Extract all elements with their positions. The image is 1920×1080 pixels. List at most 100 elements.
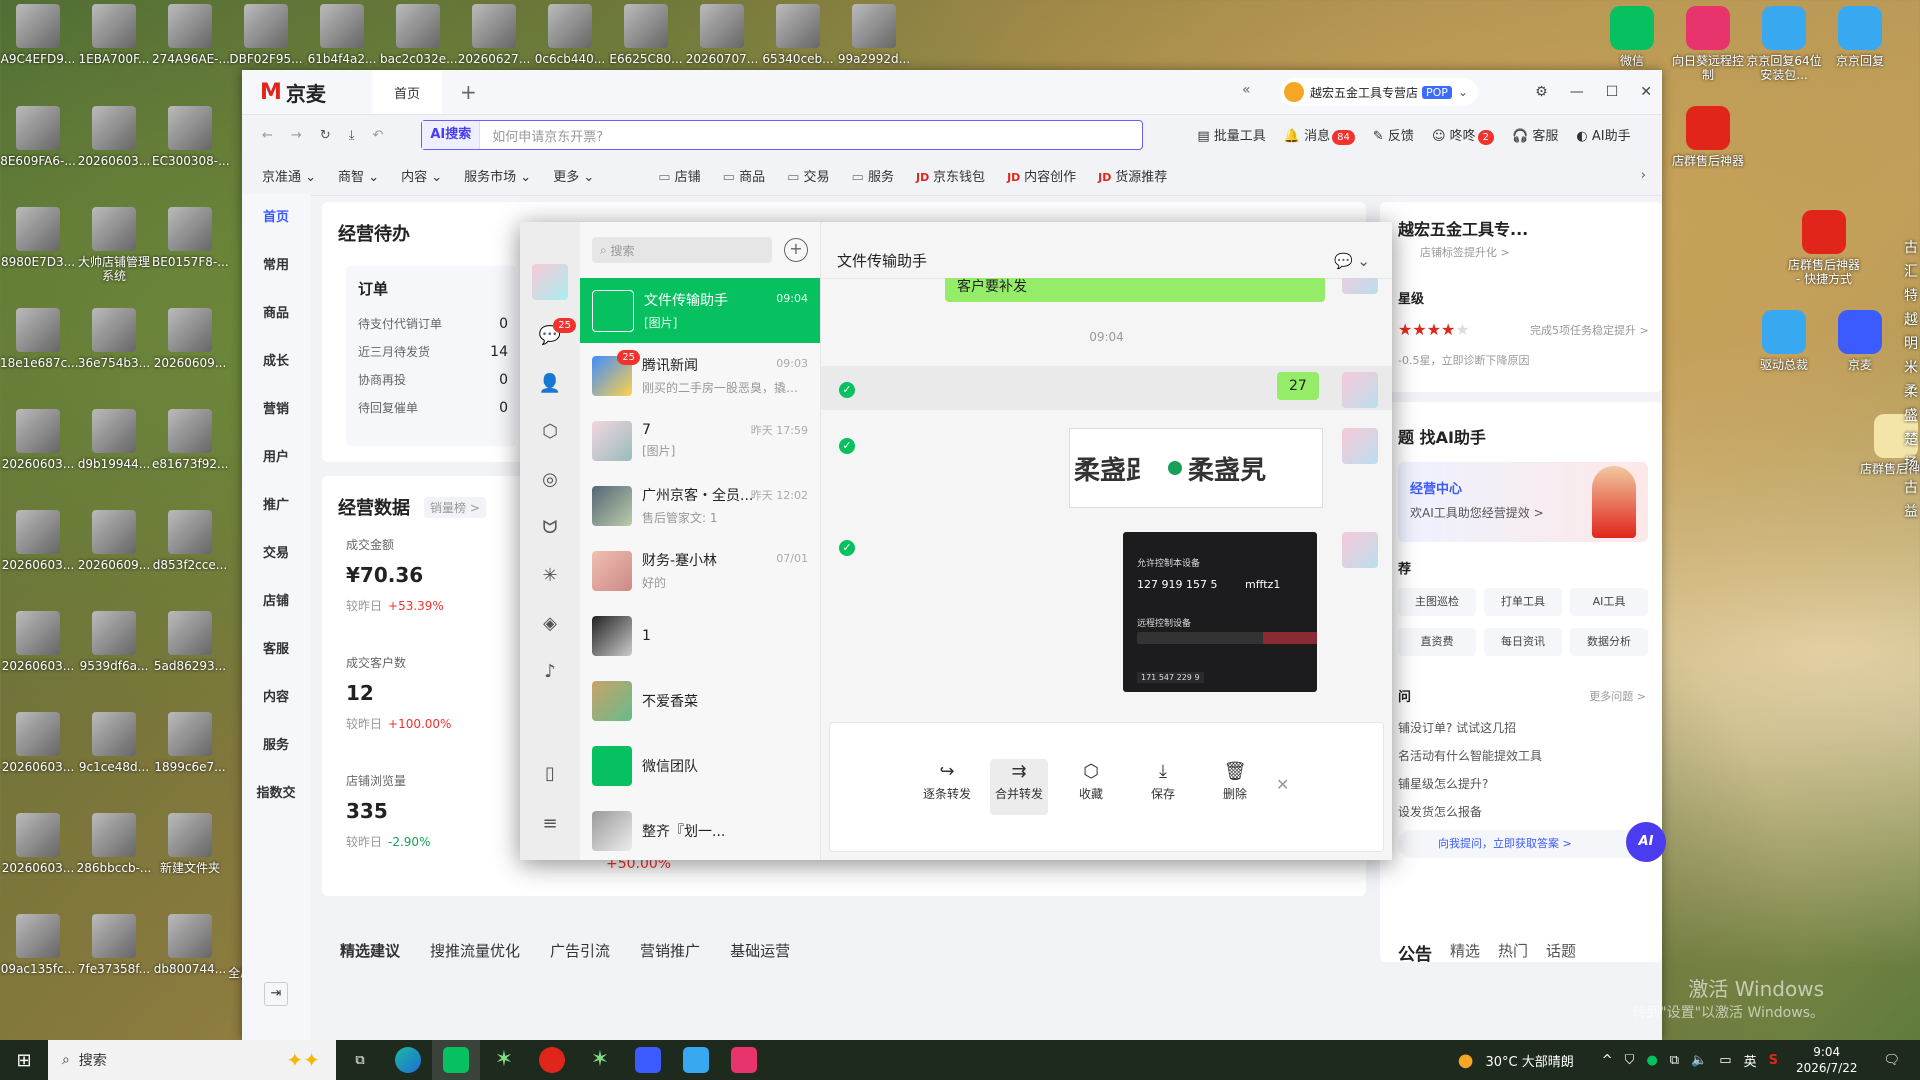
conversation-item[interactable]: 文件传输助手 [图片] 09:04 <box>580 278 820 343</box>
desktop-icon[interactable]: 20260603... <box>76 106 152 168</box>
desktop-icon[interactable]: 20260603... <box>0 409 76 471</box>
conversation-item[interactable]: 广州京客・全员... 售后管家文: 1 昨天 12:02 <box>580 473 820 538</box>
tool-grid-item[interactable]: 数据分析 <box>1570 628 1648 656</box>
menu-item[interactable]: 商智 ⌄ <box>338 166 379 185</box>
desktop-icon[interactable]: 店群售后神器 - 快捷方式 <box>1786 210 1862 286</box>
desktop-icon[interactable]: d853f2cce... <box>152 510 228 572</box>
sidebar-item[interactable]: 商品 <box>242 290 310 338</box>
menu-shortcut[interactable]: ▭ 商品 <box>723 166 765 185</box>
desktop-icon[interactable]: 20260603... <box>0 611 76 673</box>
store-tag-link[interactable]: 店铺标签提升化 > <box>1420 244 1510 260</box>
toolbar-tool[interactable]: 🔔 消息 84 <box>1284 125 1355 145</box>
desktop-icon[interactable]: 20260603... <box>0 712 76 774</box>
notice-tab[interactable]: 公告 <box>1398 940 1432 965</box>
desktop-icon[interactable]: 20260609... <box>152 308 228 370</box>
weather-text[interactable]: 30°C 大部晴朗 <box>1486 1051 1574 1070</box>
menu-icon[interactable]: ≡ <box>538 812 562 836</box>
conversation-item[interactable]: 7 [图片] 昨天 17:59 <box>580 408 820 473</box>
menu-shortcut[interactable]: ▭ 店铺 <box>658 166 700 185</box>
conversation-item[interactable]: 25 腾讯新闻 刚买的二手房一股恶臭，撬开... 09:03 <box>580 343 820 408</box>
message-prev[interactable]: 客户要补发 <box>945 278 1325 302</box>
toolbar-tool[interactable]: ✎ 反馈 <box>1373 125 1414 145</box>
sidebar-item[interactable]: 用户 <box>242 434 310 482</box>
desktop-icon[interactable]: 5ad86293... <box>152 611 228 673</box>
sidebar-collapse-icon[interactable]: ⇥ <box>264 982 288 1006</box>
desktop-icon[interactable]: 36e754b3... <box>76 308 152 370</box>
desktop-icon[interactable]: 9c1ce48d... <box>76 712 152 774</box>
notice-tab[interactable]: 热门 <box>1498 940 1528 965</box>
sales-rank-link[interactable]: 销量榜 > <box>424 496 486 518</box>
order-row[interactable]: 待回复催单 0 <box>358 394 508 422</box>
image-message-1[interactable]: 柔盏⻊ 柔盏旯 <box>1069 428 1323 508</box>
taskbar-wechat-icon[interactable] <box>432 1040 480 1080</box>
desktop-icon[interactable]: 京麦 <box>1822 310 1898 372</box>
desktop-icon[interactable]: 微信 <box>1594 6 1670 68</box>
taskbar-sunlogin-icon[interactable] <box>720 1040 768 1080</box>
taskbar-shop-manager-icon[interactable]: ✶ <box>480 1040 528 1080</box>
tray-expand-icon[interactable]: ^ <box>1602 1053 1613 1068</box>
desktop-icon[interactable]: 8980E7D3... <box>0 207 76 269</box>
display-icon[interactable]: ▭ <box>1719 1053 1731 1068</box>
desktop-icon[interactable]: A9C4EFD9... <box>0 4 76 66</box>
desktop-icon[interactable]: 65340ceb... <box>760 4 836 66</box>
desktop-icon[interactable]: 286bbccb-... <box>76 813 152 875</box>
conversation-item[interactable]: 不爱香菜 <box>580 668 820 733</box>
clock[interactable]: 9:04 2026/7/22 <box>1796 1044 1858 1076</box>
faq-more-link[interactable]: 更多问题 > <box>1589 688 1646 704</box>
toolbar-tool[interactable]: ◐ AI助手 <box>1576 125 1630 145</box>
windows-start-icon[interactable]: ⊞ <box>0 1050 48 1071</box>
taskbar-shop-manager2-icon[interactable]: ✶ <box>576 1040 624 1080</box>
merge-forward-button[interactable]: ⇉ 合并转发 <box>990 759 1048 815</box>
sidebar-item[interactable]: 成长 <box>242 338 310 386</box>
close-selection-icon[interactable]: ✕ <box>1276 775 1289 794</box>
maximize-icon[interactable]: ☐ <box>1606 84 1619 100</box>
undo-icon[interactable]: ↶ <box>372 128 383 143</box>
chat-icon[interactable]: 💬 25 <box>538 318 576 348</box>
menu-item[interactable]: 京准通 ⌄ <box>262 166 316 185</box>
message-checkbox[interactable]: ✓ <box>839 540 855 556</box>
tray-wechat-icon[interactable]: ● <box>1646 1053 1657 1068</box>
order-row[interactable]: 近三月待发货 14 <box>358 338 508 366</box>
menu-shortcut[interactable]: JD 货源推荐 <box>1098 166 1167 185</box>
ai-float-button[interactable]: AI <box>1626 822 1666 862</box>
channels-icon[interactable]: ᗢ <box>538 516 562 540</box>
toolbar-tool[interactable]: ☺ 咚咚 2 <box>1432 125 1495 145</box>
faq-item[interactable]: 名活动有什么智能提效工具 <box>1398 742 1542 770</box>
collapse-left-icon[interactable]: « <box>1242 82 1251 98</box>
menu-shortcut[interactable]: ▭ 交易 <box>787 166 829 185</box>
phone-icon[interactable]: ▯ <box>538 762 562 786</box>
desktop-icon[interactable]: BE0157F8-... <box>152 207 229 269</box>
sidebar-item[interactable]: 店铺 <box>242 578 310 626</box>
tool-grid-item[interactable]: AI工具 <box>1570 588 1648 616</box>
forward-icon[interactable]: → <box>291 128 302 143</box>
ai-banner[interactable]: 经营中心 欢AI工具助您经营提效 > <box>1398 462 1648 542</box>
menu-item[interactable]: 服务市场 ⌄ <box>464 166 531 185</box>
tray-sogou-icon[interactable]: S <box>1769 1053 1778 1068</box>
sidebar-item[interactable]: 推广 <box>242 482 310 530</box>
desktop-icon[interactable]: 20260707... <box>684 4 760 66</box>
message-checkbox[interactable]: ✓ <box>839 438 855 454</box>
desktop-icon[interactable]: 新建文件夹 <box>152 813 228 875</box>
level-task-link[interactable]: 完成5项任务稳定提升 > <box>1530 322 1649 338</box>
taskbar-edge-icon[interactable] <box>384 1040 432 1080</box>
desktop-icon[interactable]: 0c6cb440... <box>532 4 608 66</box>
desktop-icon[interactable]: 09ac135fc... <box>0 914 76 976</box>
order-row[interactable]: 协商再投 0 <box>358 366 508 394</box>
sidebar-item[interactable]: 服务 <box>242 722 310 770</box>
desktop-icon[interactable]: d9b19944... <box>76 409 152 471</box>
tool-grid-item[interactable]: 每日资讯 <box>1484 628 1562 656</box>
contacts-icon[interactable]: 👤 <box>538 372 562 396</box>
conversation-item[interactable]: 财务-蹇小林 好的 07/01 <box>580 538 820 603</box>
ime-indicator[interactable]: 英 <box>1744 1051 1757 1070</box>
ai-ask-input[interactable]: 向我提问，立即获取答案 > <box>1398 830 1648 858</box>
metric-item[interactable]: 店铺浏览量 335 较昨日 -2.90% <box>346 772 546 890</box>
desktop-icon[interactable]: DBF02F95... <box>228 4 304 66</box>
forward-one-by-one-button[interactable]: ↪ 逐条转发 <box>918 759 976 815</box>
tool-grid-item[interactable]: 主图巡检 <box>1398 588 1476 616</box>
sidebar-item[interactable]: 客服 <box>242 626 310 674</box>
taskbar-search[interactable]: ⌕ 搜索 ✦✦ <box>48 1040 336 1080</box>
taskbar-jingmai-icon[interactable] <box>624 1040 672 1080</box>
desktop-icon[interactable]: 向日葵远程控制 <box>1670 6 1746 82</box>
desktop-icon[interactable]: 61b4f4a2... <box>304 4 380 66</box>
store-selector[interactable]: 越宏五金工具专营店 POP ⌄ <box>1280 78 1479 106</box>
